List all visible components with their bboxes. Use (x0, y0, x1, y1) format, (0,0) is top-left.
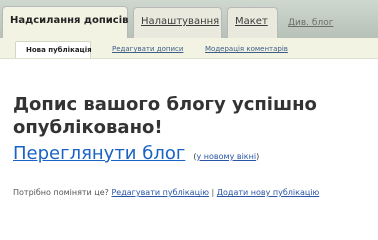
paren-close: ) (256, 152, 260, 161)
new-window-note: (у новому вікні) (193, 152, 259, 161)
tab-posting[interactable]: Надсилання дописів (2, 6, 128, 38)
success-message: Допис вашого блогу успішно опубліковано! (13, 94, 317, 138)
link-separator: | (211, 188, 215, 197)
subtab-new-post[interactable]: Нова публікація (15, 41, 92, 58)
tab-layout-label: Макет (235, 16, 268, 27)
new-window-link[interactable]: у новому вікні (197, 152, 257, 161)
edit-post-link[interactable]: Редагувати публікацію (111, 188, 209, 197)
tab-posting-label: Надсилання дописів (10, 15, 129, 26)
top-tab-bar: Надсилання дописів Налаштування Макет Ди… (0, 0, 378, 38)
edit-options: Потрібно поміняти це? Редагувати публіка… (13, 185, 343, 200)
add-new-post-link[interactable]: Додати нову публікацію (217, 188, 319, 197)
sub-navigation: Нова публікація Редагувати дописи Модера… (0, 38, 378, 59)
tab-layout[interactable]: Макет (227, 7, 278, 38)
tab-settings[interactable]: Налаштування (133, 7, 222, 38)
view-blog-link[interactable]: Переглянути блог (13, 143, 185, 164)
need-edit-label: Потрібно поміняти це? (13, 188, 109, 197)
subtab-moderate-comments[interactable]: Модерація коментарів (205, 42, 288, 57)
subtab-edit-posts[interactable]: Редагувати дописи (112, 42, 183, 57)
view-blog-row: Переглянути блог (у новому вікні) (13, 143, 259, 164)
tab-settings-label: Налаштування (141, 16, 220, 27)
view-blog-tab-link[interactable]: Див. блог (288, 18, 333, 28)
